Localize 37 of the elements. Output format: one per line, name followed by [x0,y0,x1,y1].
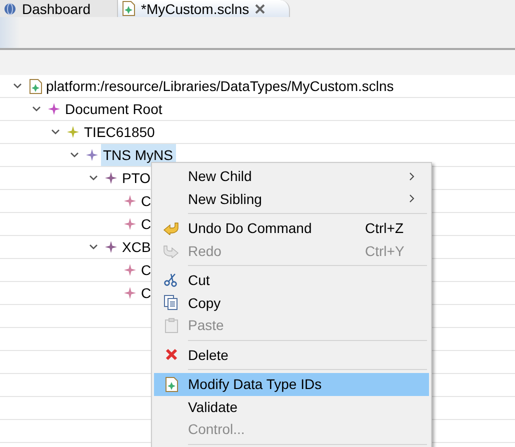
menu-item[interactable]: Validate [154,396,429,418]
editor-tab[interactable]: *MyCustom.sclns [118,0,290,17]
menu-item[interactable]: Modify Data Type IDs [154,373,429,396]
chevron-icon[interactable] [88,244,98,250]
menu-item[interactable]: Cut [154,269,429,292]
close-icon[interactable] [255,4,266,14]
tree-item[interactable]: C [139,282,154,304]
menu-item[interactable]: Undo Do Command Ctrl+Z [154,217,429,240]
editor-tab[interactable]: Dashboard [0,0,118,17]
file-icon [122,1,135,16]
tree-item[interactable]: platform:/resource/Libraries/DataTypes/MyCustom.sclns [44,75,397,97]
menu-item[interactable]: New Sibling [154,188,429,210]
tree-item[interactable]: Document Root [63,98,166,120]
undo-icon [163,221,179,236]
menu-item[interactable]: New Child [154,165,429,188]
tree-item[interactable]: PTO [120,167,154,189]
copy-icon [164,295,178,310]
tree-item[interactable]: XCB [120,236,154,258]
scissors-icon [164,273,178,288]
tree-item[interactable]: C [139,259,154,281]
globe-icon [4,2,16,14]
chevron-icon[interactable] [12,83,22,89]
menu-item[interactable]: Delete [154,344,429,366]
paste-icon [164,318,178,333]
tree-item[interactable]: C [139,213,154,235]
tree-item[interactable]: C [139,190,154,212]
file-icon [28,78,42,94]
chevron-icon[interactable] [50,129,60,135]
redo-icon [163,244,179,258]
tree-item[interactable]: TIEC61850 [82,121,158,143]
menu-item[interactable]: Copy [154,292,429,314]
delete-icon [164,348,178,362]
file-icon [164,376,178,392]
chevron-icon[interactable] [32,106,40,112]
chevron-icon[interactable] [70,152,78,158]
tree-item[interactable]: TNS MyNS [101,144,176,166]
chevron-icon[interactable] [88,175,98,181]
